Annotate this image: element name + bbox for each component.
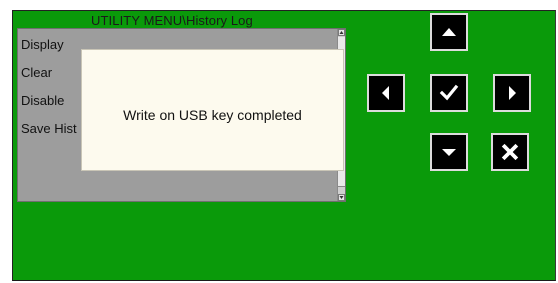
x-icon [501,143,519,161]
cancel-button[interactable] [491,133,529,171]
usb-message-dialog: Write on USB key completed [81,49,344,171]
triangle-right-icon [509,86,516,100]
menu-item-disable[interactable]: Disable [21,93,64,108]
scroll-up-arrow-icon[interactable] [338,29,345,36]
triangle-left-icon [382,86,389,100]
menu-item-display[interactable]: Display [21,37,64,52]
screen-title: UTILITY MENU\History Log [91,13,253,28]
ok-button[interactable] [430,74,468,112]
device-screen: UTILITY MENU\History Log Display Clear D… [12,10,556,281]
down-button[interactable] [430,133,468,171]
up-button[interactable] [430,13,468,51]
left-button[interactable] [367,74,405,112]
triangle-up-icon [442,28,456,36]
triangle-down-icon [442,149,456,156]
menu-item-clear[interactable]: Clear [21,65,52,80]
dialog-message: Write on USB key completed [123,107,302,123]
checkmark-icon [439,84,459,101]
scroll-down-arrow-icon[interactable] [338,194,345,201]
right-button[interactable] [493,74,531,112]
menu-item-save-history[interactable]: Save Hist [21,121,77,136]
